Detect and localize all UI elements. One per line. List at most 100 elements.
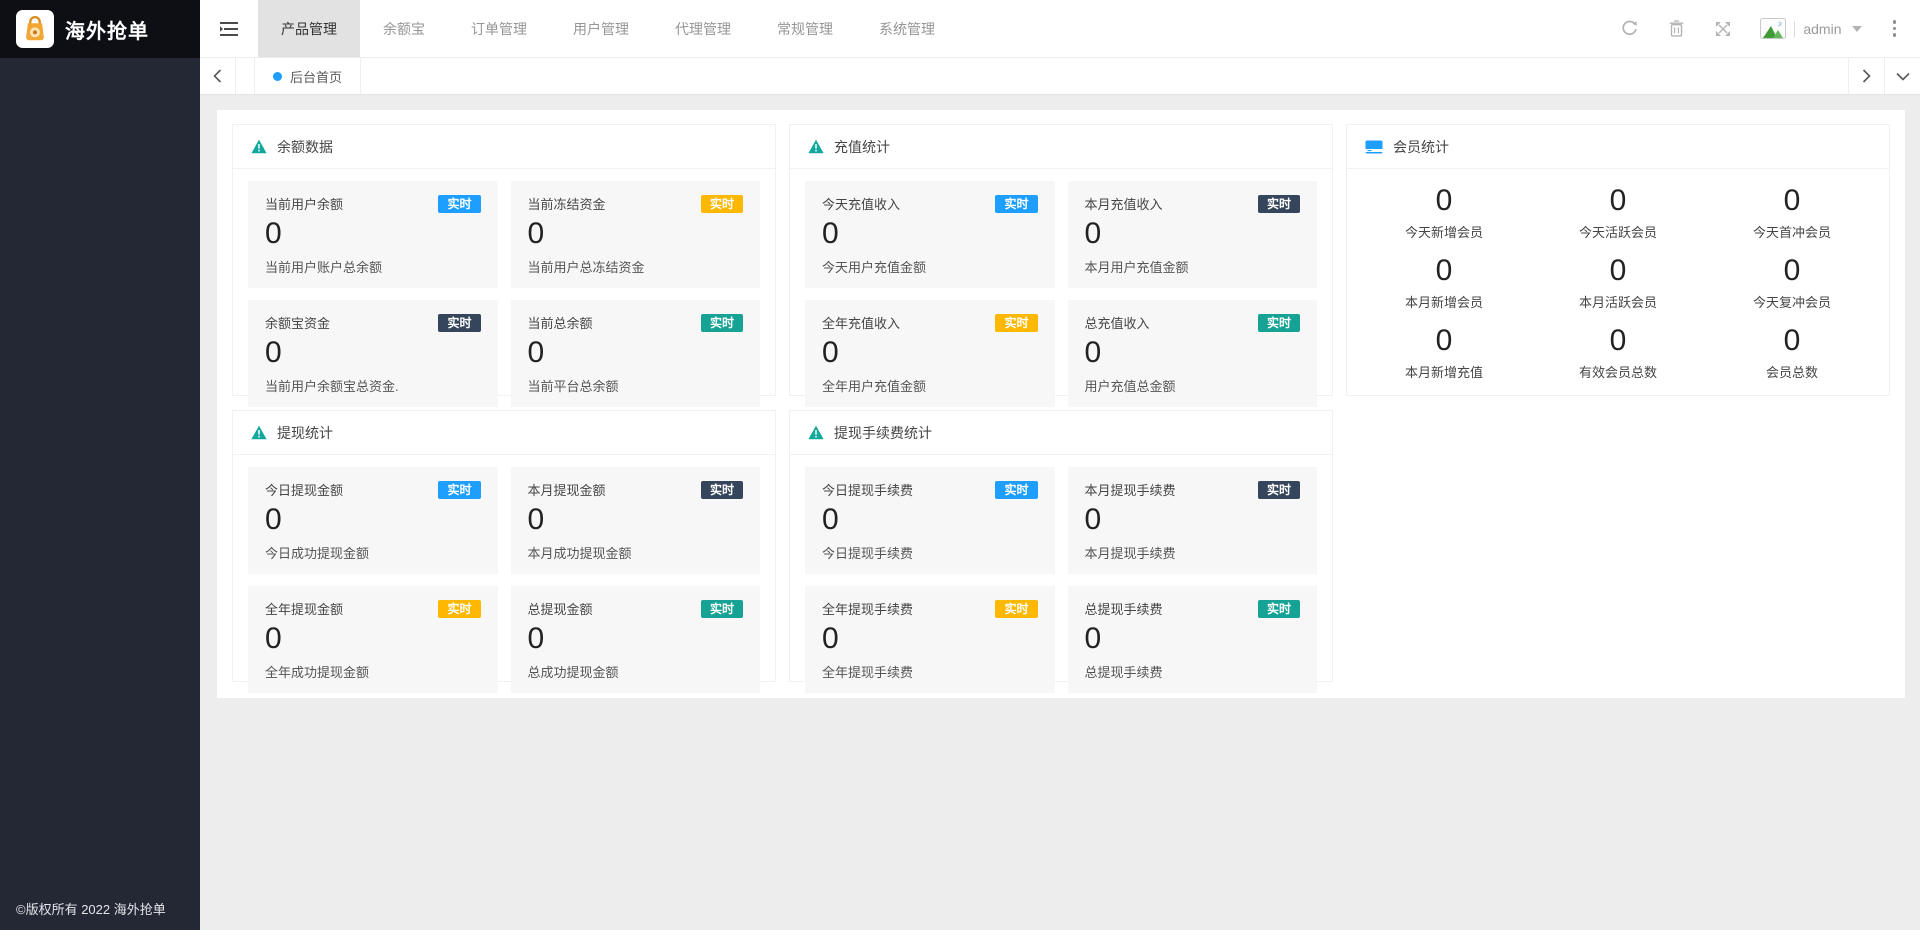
stat-box: 余额宝资金 实时 0 当前用户余额宝总资金.	[248, 300, 498, 407]
realtime-badge: 实时	[438, 313, 481, 332]
credit-card-icon	[1365, 140, 1383, 154]
member-stat: 0 今天复冲会员	[1705, 247, 1879, 317]
realtime-badge: 实时	[1257, 313, 1300, 332]
member-stat: 0 会员总数	[1705, 317, 1879, 387]
main-nav-tabs: 产品管理 余额宝 订单管理 用户管理 代理管理 常规管理 系统管理	[258, 0, 958, 57]
stat-value: 0	[822, 503, 839, 536]
stat-desc: 全年提现手续费	[822, 665, 914, 680]
stat-box: 今日提现金额 实时 0 今日成功提现金额	[248, 467, 498, 574]
card-title: 会员统计	[1393, 138, 1449, 155]
stat-desc: 当前用户总冻结资金	[527, 260, 645, 275]
active-tab-dot	[273, 71, 282, 81]
stat-value: 0	[822, 336, 839, 369]
member-label: 本月新增充值	[1404, 364, 1483, 380]
stat-box: 今天充值收入 实时 0 今天用户充值金额	[805, 181, 1055, 288]
cards-grid: 余额数据 当前用户余额 实时 0 当前用户账户总余额 当前冻结资金 实时 0 当前用…	[232, 124, 1890, 693]
member-label: 今天活跃会员	[1578, 224, 1657, 240]
nav-tab-agents[interactable]: 代理管理	[652, 0, 754, 57]
realtime-badge: 实时	[995, 194, 1038, 213]
realtime-badge: 实时	[995, 480, 1038, 499]
stat-box: 本月充值收入 实时 0 本月用户充值金额	[1067, 181, 1317, 288]
member-label: 今天首冲会员	[1752, 224, 1831, 240]
nav-tab-users[interactable]: 用户管理	[550, 0, 652, 57]
card-body: 今日提现金额 实时 0 今日成功提现金额 本月提现金额 实时 0 本月成功提现金额 …	[233, 455, 775, 707]
copyright-text: ©版权所有 2022 海外抢单	[16, 902, 166, 917]
member-value: 0	[1609, 253, 1627, 287]
realtime-badge: 实时	[1257, 599, 1300, 618]
stat-desc: 本月用户充值金额	[1084, 260, 1189, 275]
nav-tab-orders[interactable]: 订单管理	[448, 0, 550, 57]
admin-dashboard: 海外抢单 产品列表 ©版权所有 2022 海外抢单 产品管理 余额宝	[0, 0, 1920, 930]
trash-icon[interactable]	[1666, 19, 1686, 39]
stat-box: 总充值收入 实时 0 用户充值总金额	[1067, 300, 1317, 407]
user-menu[interactable]: admin	[1760, 18, 1862, 39]
tab-dashboard-home[interactable]: 后台首页	[254, 58, 362, 94]
more-options-icon[interactable]	[1889, 16, 1901, 41]
member-value: 0	[1435, 183, 1453, 217]
stat-desc: 今日提现手续费	[822, 546, 914, 561]
warning-triangle-icon	[251, 139, 267, 154]
stat-desc: 当前平台总余额	[527, 379, 619, 394]
stat-box: 当前总余额 实时 0 当前平台总余额	[510, 300, 760, 407]
top-navbar: 产品管理 余额宝 订单管理 用户管理 代理管理 常规管理 系统管理 admin	[200, 0, 1920, 58]
stat-value: 0	[265, 217, 282, 250]
member-value: 0	[1783, 183, 1801, 217]
divider	[1794, 20, 1796, 37]
stat-label: 总提现手续费	[1084, 602, 1163, 617]
card-body: 今天充值收入 实时 0 今天用户充值金额 本月充值收入 实时 0 本月用户充值金额 …	[790, 169, 1332, 421]
page-tabbar: 后台首页	[200, 58, 1920, 95]
member-label: 今天复冲会员	[1752, 294, 1831, 310]
stat-value: 0	[265, 503, 282, 536]
stat-desc: 本月提现手续费	[1084, 546, 1176, 561]
tab-menu-chevron-icon[interactable]	[1884, 58, 1920, 94]
refresh-icon[interactable]	[1619, 19, 1639, 39]
navbar-actions: admin	[1619, 0, 1920, 57]
member-label: 今天新增会员	[1404, 224, 1483, 240]
stat-box: 总提现手续费 实时 0 总提现手续费	[1067, 586, 1317, 693]
card-title: 余额数据	[277, 138, 333, 155]
member-stat: 0 本月新增充值	[1357, 317, 1531, 387]
member-value: 0	[1609, 323, 1627, 357]
stat-value: 0	[527, 622, 545, 655]
member-label: 有效会员总数	[1578, 364, 1657, 380]
tab-scroll-right-icon[interactable]	[1848, 58, 1884, 94]
stat-desc: 今日成功提现金额	[265, 546, 370, 561]
stat-desc: 当前用户账户总余额	[265, 260, 383, 275]
member-stat: 0 有效会员总数	[1531, 317, 1705, 387]
stat-box: 今日提现手续费 实时 0 今日提现手续费	[805, 467, 1055, 574]
card-body: 今日提现手续费 实时 0 今日提现手续费 本月提现手续费 实时 0 本月提现手续费 …	[790, 455, 1332, 707]
stat-desc: 全年用户充值金额	[822, 379, 927, 394]
nav-tab-yuebao[interactable]: 余额宝	[360, 0, 448, 57]
stat-box: 全年充值收入 实时 0 全年用户充值金额	[805, 300, 1055, 407]
card-withdraw-fee-stats: 提现手续费统计 今日提现手续费 实时 0 今日提现手续费 本月提现手续费 实时 0 …	[789, 410, 1333, 693]
nav-tab-general[interactable]: 常规管理	[754, 0, 856, 57]
member-stat: 0 今天新增会员	[1357, 177, 1531, 247]
stat-desc: 本月成功提现金额	[527, 546, 632, 561]
stat-desc: 当前用户余额宝总资金.	[265, 379, 399, 394]
realtime-badge: 实时	[700, 194, 743, 213]
stat-label: 当前总余额	[527, 316, 593, 331]
card-title: 提现统计	[277, 424, 333, 441]
stat-value: 0	[265, 622, 282, 655]
stat-label: 总充值收入	[1084, 316, 1150, 331]
stat-box: 当前冻结资金 实时 0 当前用户总冻结资金	[510, 181, 760, 288]
realtime-badge: 实时	[700, 313, 743, 332]
stat-box: 本月提现手续费 实时 0 本月提现手续费	[1067, 467, 1317, 574]
stat-box: 当前用户余额 实时 0 当前用户账户总余额	[248, 181, 498, 288]
tab-scroll-left-icon[interactable]	[200, 58, 236, 94]
stat-box: 总提现金额 实时 0 总成功提现金额	[510, 586, 760, 693]
stat-label: 今日提现金额	[265, 483, 344, 498]
app-logo: 海外抢单	[0, 0, 200, 58]
stat-value: 0	[1084, 503, 1102, 536]
stat-desc: 总成功提现金额	[527, 665, 619, 680]
stat-desc: 全年成功提现金额	[265, 665, 370, 680]
nav-tab-system[interactable]: 系统管理	[856, 0, 958, 57]
stat-desc: 用户充值总金额	[1084, 379, 1176, 394]
bag-logo-icon	[16, 10, 54, 48]
member-label: 本月活跃会员	[1578, 294, 1657, 310]
nav-tab-product[interactable]: 产品管理	[258, 0, 360, 57]
sidebar-toggle-icon[interactable]	[200, 0, 258, 57]
stat-label: 全年提现手续费	[822, 602, 914, 617]
fullscreen-icon[interactable]	[1713, 19, 1733, 39]
stat-label: 总提现金额	[527, 602, 593, 617]
